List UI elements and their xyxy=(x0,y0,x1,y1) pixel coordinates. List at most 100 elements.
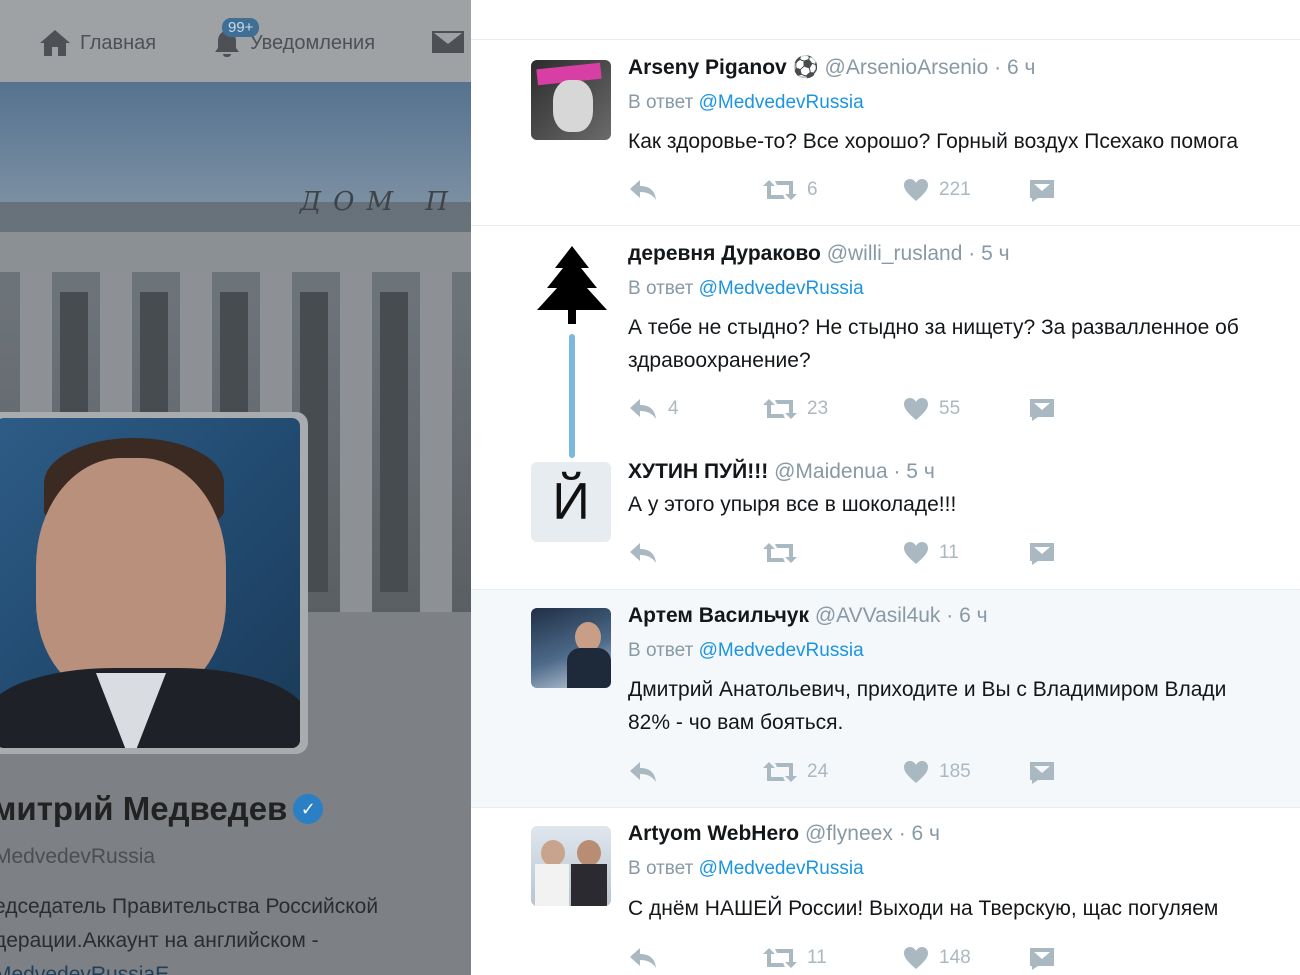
dm-button[interactable] xyxy=(1028,397,1056,421)
retweet-icon xyxy=(763,543,797,563)
author-handle[interactable]: @flyneex xyxy=(805,822,893,845)
dm-button[interactable] xyxy=(1028,178,1056,202)
tweet-actions: 11 xyxy=(628,541,1088,571)
like-button[interactable]: 11 xyxy=(903,541,959,565)
author-handle[interactable]: @AVVasil4uk xyxy=(815,604,941,627)
reply-mention[interactable]: @MedvedevRussia xyxy=(699,858,864,879)
tweet-partial[interactable]: 5 xyxy=(471,0,1300,40)
author-name[interactable]: Артем Васильчук xyxy=(628,604,809,627)
tweet[interactable]: Arseny Piganov ⚽ @ArsenioArsenio · 6 ч В… xyxy=(471,40,1300,226)
tweet-time[interactable]: · 5 ч xyxy=(968,242,1009,265)
reply-icon xyxy=(630,180,656,200)
nav-home[interactable]: Главная xyxy=(38,28,156,58)
like-button[interactable]: 148 xyxy=(903,946,971,970)
tweet-text-line: 82% - чо вам бояться. xyxy=(628,711,844,734)
tweet-header: деревня Дураково @willi_rusland · 5 ч xyxy=(628,242,1010,266)
reply-icon xyxy=(630,543,656,563)
reply-context: В ответ @MedvedevRussia xyxy=(628,858,864,880)
direct-message-icon xyxy=(1030,543,1054,565)
retweet-count: 23 xyxy=(807,398,829,419)
reply-context: В ответ @MedvedevRussia xyxy=(628,92,864,114)
avatar[interactable]: Й xyxy=(531,462,611,542)
tweet-time[interactable]: · 6 ч xyxy=(899,822,940,845)
tweet-time[interactable]: · 6 ч xyxy=(994,56,1035,79)
tweet-actions: 5 xyxy=(628,0,1088,30)
like-button[interactable]: 221 xyxy=(903,178,971,202)
reply-context: В ответ @MedvedevRussia xyxy=(628,278,864,300)
dm-button[interactable] xyxy=(1028,946,1056,970)
like-count: 11 xyxy=(939,542,959,563)
top-navigation: Главная Уведомления 99+ xyxy=(0,0,471,82)
profile-handle: MedvedevRussia xyxy=(0,845,156,868)
reply-count: 4 xyxy=(668,398,679,419)
like-icon xyxy=(904,761,928,783)
avatar[interactable] xyxy=(531,608,611,688)
profile-name-text: митрий Медведев xyxy=(0,790,288,827)
bio-line-1: едседатель Правительства Российской xyxy=(0,895,379,918)
bio-line-2: дерации.Аккаунт на английском - xyxy=(0,929,319,952)
profile-avatar[interactable] xyxy=(0,418,300,748)
like-button[interactable]: 185 xyxy=(903,760,971,784)
retweet-icon xyxy=(763,762,797,782)
author-handle[interactable]: @ArsenioArsenio xyxy=(825,56,989,79)
tweet-text-line: А тебе не стыдно? Не стыдно за нищету? З… xyxy=(628,316,1239,339)
reply-icon xyxy=(630,762,656,782)
retweet-icon xyxy=(763,399,797,419)
reply-mention[interactable]: @MedvedevRussia xyxy=(699,278,864,299)
like-icon xyxy=(904,398,928,420)
tweet-header: Arseny Piganov ⚽ @ArsenioArsenio · 6 ч xyxy=(628,56,1035,80)
direct-message-icon xyxy=(1030,399,1054,421)
reply-timeline: 5 Arseny Piganov ⚽ @ArsenioArsenio · 6 ч… xyxy=(471,0,1300,975)
messages-icon xyxy=(432,31,464,53)
retweet-button[interactable]: 6 xyxy=(763,178,818,202)
tree-avatar-icon[interactable] xyxy=(531,244,613,326)
notifications-badge: 99+ xyxy=(222,18,260,37)
retweet-button[interactable]: 24 xyxy=(763,760,828,784)
like-button[interactable]: 55 xyxy=(903,397,960,421)
reply-button[interactable] xyxy=(628,946,658,970)
reply-button[interactable] xyxy=(628,541,658,565)
reply-button[interactable]: 4 xyxy=(628,397,679,421)
avatar[interactable] xyxy=(531,826,611,906)
tweet[interactable]: Артем Васильчук @AVVasil4uk · 6 ч В отве… xyxy=(471,590,1300,808)
tweet-header: Artyom WebHero @flyneex · 6 ч xyxy=(628,822,940,846)
reply-prefix: В ответ xyxy=(628,278,694,299)
dm-button[interactable] xyxy=(1028,760,1056,784)
tweet-header: ХУТИН ПУЙ!!! @Maidenua · 5 ч xyxy=(628,460,935,484)
reply-mention[interactable]: @MedvedevRussia xyxy=(699,640,864,661)
reply-button[interactable] xyxy=(628,760,658,784)
dm-button[interactable] xyxy=(1028,541,1056,565)
avatar[interactable] xyxy=(531,60,611,140)
like-count: 55 xyxy=(939,398,961,419)
like-icon xyxy=(904,947,928,969)
retweet-icon xyxy=(763,180,797,200)
tweet-time[interactable]: · 5 ч xyxy=(893,460,934,483)
author-name[interactable]: деревня Дураково xyxy=(628,242,821,265)
tweet-text-line: Дмитрий Анатольевич, приходите и Вы с Вл… xyxy=(628,678,1227,701)
tweet-text: А у этого упыря все в шоколаде!!! xyxy=(628,488,956,521)
verified-badge-icon: ✓ xyxy=(293,794,324,824)
tweet-text: А тебе не стыдно? Не стыдно за нищету? З… xyxy=(628,311,1239,377)
nav-messages[interactable] xyxy=(430,28,466,56)
author-name[interactable]: Arseny Piganov ⚽ xyxy=(628,56,819,79)
reply-prefix: В ответ xyxy=(628,92,694,113)
tweet[interactable]: Artyom WebHero @flyneex · 6 ч В ответ @M… xyxy=(471,808,1300,975)
tweet-thread: деревня Дураково @willi_rusland · 5 ч В … xyxy=(471,226,1300,590)
reply-mention[interactable]: @MedvedevRussia xyxy=(699,92,864,113)
tweet-actions: 24 185 xyxy=(628,760,1088,790)
retweet-button[interactable]: 23 xyxy=(763,397,828,421)
author-name[interactable]: ХУТИН ПУЙ!!! xyxy=(628,460,768,483)
bio-link[interactable]: MedvedevRussiaE xyxy=(0,958,454,975)
tweet-time[interactable]: · 6 ч xyxy=(946,604,987,627)
tweet-actions: 4 23 55 xyxy=(628,397,1088,427)
author-handle[interactable]: @Maidenua xyxy=(774,460,888,483)
author-handle[interactable]: @willi_rusland xyxy=(827,242,963,265)
tweet-text-line: Как здоровье-то? Все хорошо? Горный возд… xyxy=(628,130,1239,153)
tweet-text: Дмитрий Анатольевич, приходите и Вы с Вл… xyxy=(628,673,1226,739)
reply-button[interactable] xyxy=(628,178,668,202)
author-name[interactable]: Artyom WebHero xyxy=(628,822,799,845)
thread-connector xyxy=(569,334,575,458)
tweet-text: С днём НАШЕЙ России! Выходи на Тверскую,… xyxy=(628,892,1218,925)
retweet-button[interactable] xyxy=(763,541,797,565)
retweet-button[interactable]: 11 xyxy=(763,946,827,970)
